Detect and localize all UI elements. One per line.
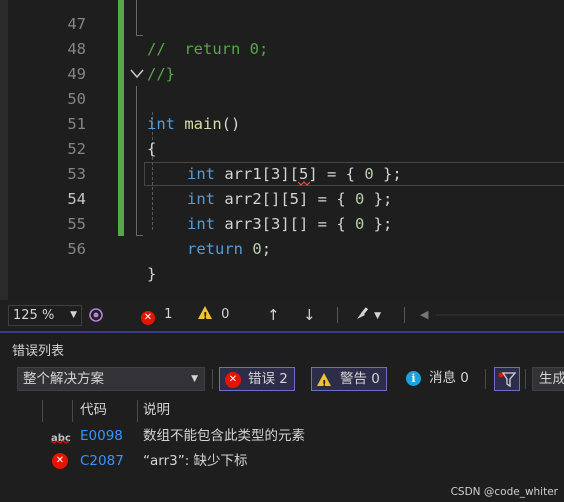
error-description: “arr3”: 缺少下标 [143, 453, 248, 469]
filter-icon [498, 372, 517, 388]
errors-filter-label: 错误 2 [248, 371, 288, 387]
build-filter-label: 生成 [539, 371, 564, 387]
scope-value: 整个解决方案 [23, 371, 104, 387]
column-divider [137, 400, 138, 422]
code-line[interactable]: 48 //} [0, 12, 564, 83]
table-row[interactable]: ✕ C2087 “arr3”: 缺少下标 [0, 449, 564, 474]
error-table: 代码 说明 abc E0098 数组不能包含此类型的元素 ✕ C2087 “ar… [0, 397, 564, 502]
intellisense-squiggle-icon [51, 440, 70, 444]
separator [404, 307, 405, 323]
code-line[interactable]: 55 return 0; [0, 187, 564, 258]
editor-status-bar: 125 % ▼ ✕ 1 0 ↑ ↓ ▼ ◀ [0, 301, 564, 329]
filter-button[interactable] [494, 367, 520, 391]
code-cleanup-brush-icon[interactable]: ▼ [354, 305, 381, 325]
separator [485, 369, 486, 389]
intellisense-squiggle-icon: abc [51, 433, 71, 444]
code-punct: ; [261, 240, 272, 258]
code-line[interactable]: 53 int arr2[][5] = { 0 }; [0, 137, 564, 208]
next-issue-arrow-icon[interactable]: ↓ [303, 305, 316, 325]
error-icon: ✕ [141, 311, 155, 325]
messages-filter-button[interactable]: i 消息 0 [401, 367, 475, 391]
column-divider [72, 400, 73, 422]
scope-dropdown[interactable]: 整个解决方案 ▼ [17, 367, 205, 391]
code-brace: } [147, 265, 157, 283]
panel-title: 错误列表 [12, 344, 65, 359]
separator [212, 369, 213, 389]
scroll-left-arrow-icon[interactable]: ◀ [420, 305, 428, 325]
code-line-current[interactable]: 54 int arr3[3][] = { 0 }; [0, 162, 564, 233]
code-line[interactable]: 52 int arr1[3][5] = { 0 }; [0, 112, 564, 183]
code-line[interactable]: 56 } [0, 212, 564, 283]
previous-issue-arrow-icon[interactable]: ↑ [267, 305, 280, 325]
code-line[interactable]: 47 // return 0; [0, 0, 564, 58]
separator [525, 369, 526, 389]
chevron-down-icon: ▼ [191, 374, 198, 384]
code-health-icon[interactable] [88, 307, 104, 323]
warnings-filter-label: 警告 0 [340, 371, 380, 387]
error-count: 1 [164, 307, 173, 322]
code-keyword: return [187, 240, 243, 258]
chevron-down-icon: ▼ [374, 311, 382, 321]
warning-icon [198, 306, 212, 327]
zoom-value: 125 % [13, 308, 55, 323]
error-icon: ✕ [52, 453, 68, 469]
separator [337, 307, 338, 323]
messages-filter-label: 消息 0 [429, 370, 469, 386]
code-line[interactable]: 51 { [0, 87, 564, 158]
error-code[interactable]: E0098 [80, 424, 123, 449]
horizontal-scrollbar[interactable] [436, 314, 564, 316]
column-header-code[interactable]: 代码 [80, 397, 107, 423]
zoom-dropdown[interactable]: 125 % ▼ [8, 305, 82, 326]
error-icon: ✕ [225, 372, 241, 388]
build-filter-dropdown[interactable]: 生成 [532, 367, 564, 391]
table-row[interactable]: abc E0098 数组不能包含此类型的元素 [0, 424, 564, 449]
errors-filter-button[interactable]: ✕ 错误 2 [219, 367, 295, 391]
error-list-panel: 错误列表 整个解决方案 ▼ ✕ 错误 2 警告 0 i 消息 0 生成 [0, 331, 564, 502]
column-divider [42, 400, 43, 422]
error-squiggle-icon[interactable] [298, 181, 310, 186]
code-line[interactable]: 49 [0, 37, 564, 83]
code-editor[interactable]: 47 // return 0; 48 //} 49 50 int main() … [0, 0, 564, 300]
warning-count: 0 [221, 307, 230, 322]
code-line[interactable]: 50 int main() [0, 62, 564, 133]
watermark: CSDN @code_whiter [450, 486, 558, 498]
error-count-indicator[interactable]: ✕ 1 [141, 305, 172, 325]
line-number: 56 [67, 240, 86, 258]
chevron-down-icon: ▼ [70, 310, 77, 320]
error-description: 数组不能包含此类型的元素 [143, 428, 305, 444]
error-code[interactable]: C2087 [80, 449, 124, 474]
error-list-toolbar: 整个解决方案 ▼ ✕ 错误 2 警告 0 i 消息 0 生成 [0, 365, 564, 396]
code-number: 0 [252, 240, 262, 258]
warning-icon [317, 373, 331, 396]
warning-count-indicator[interactable]: 0 [198, 305, 230, 327]
column-header-description[interactable]: 说明 [143, 397, 170, 423]
warnings-filter-button[interactable]: 警告 0 [311, 367, 387, 396]
info-icon: i [406, 371, 421, 386]
